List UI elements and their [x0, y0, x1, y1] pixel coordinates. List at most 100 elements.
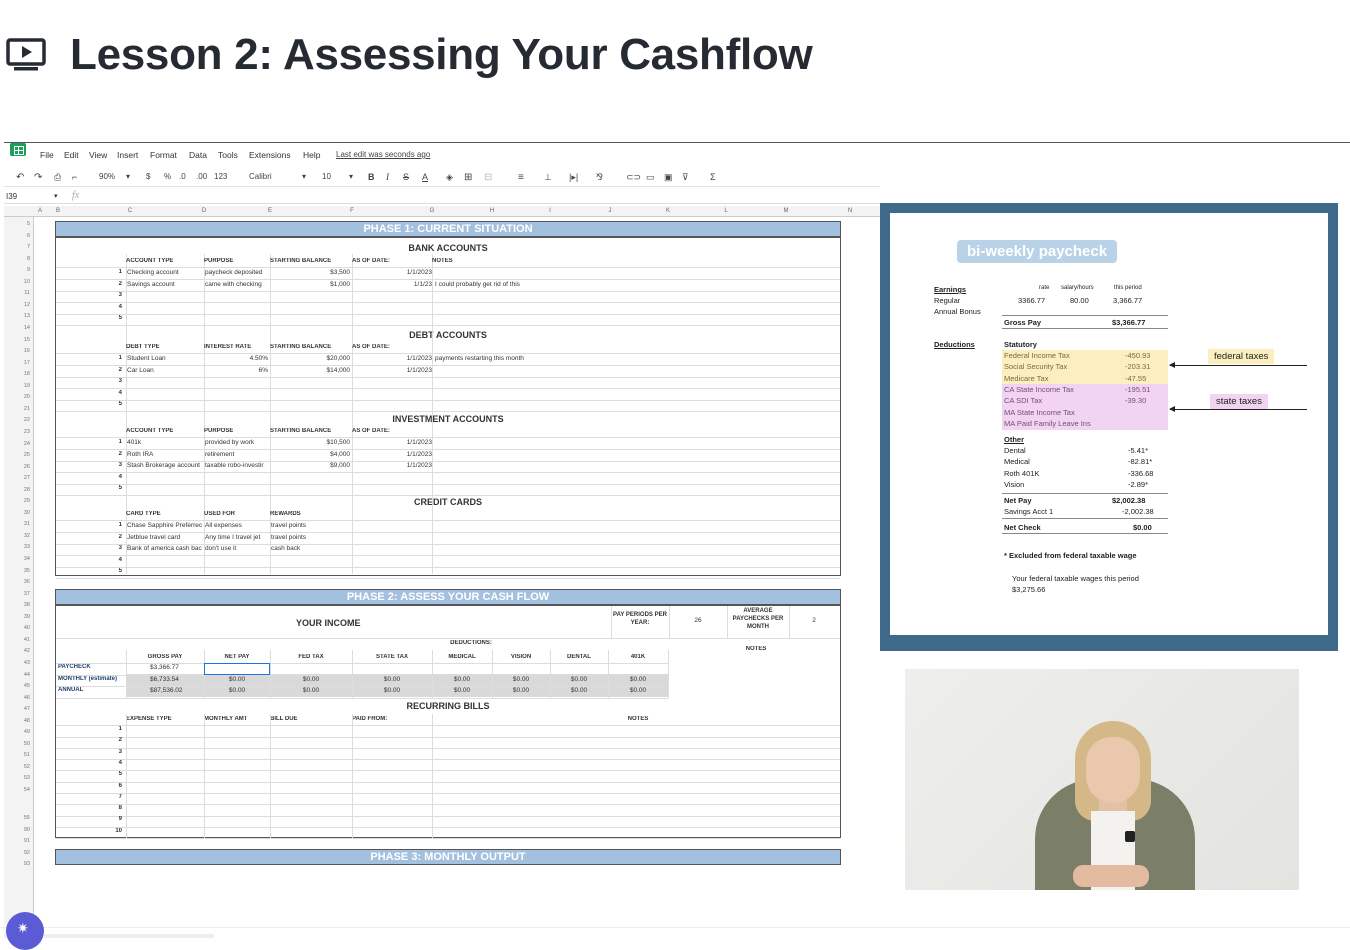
row-number[interactable]: 90: [4, 827, 30, 833]
row-number[interactable]: 42: [4, 648, 30, 654]
merge-cells-icon[interactable]: ⊟: [484, 172, 492, 183]
row-number[interactable]: 17: [4, 360, 30, 366]
undo-icon[interactable]: ↶: [16, 172, 24, 183]
column-header-i[interactable]: I: [540, 208, 560, 214]
table-cell[interactable]: Student Loan: [127, 355, 203, 362]
income-cell[interactable]: $0.00: [550, 676, 608, 683]
row-number[interactable]: 92: [4, 850, 30, 856]
menu-item-file[interactable]: File: [40, 150, 54, 160]
row-number[interactable]: 34: [4, 556, 30, 562]
income-cell[interactable]: $0.00: [432, 676, 492, 683]
wrap-icon[interactable]: |▸|: [569, 172, 578, 183]
print-icon[interactable]: ⎙: [54, 172, 61, 183]
table-cell[interactable]: paycheck deposited: [205, 269, 269, 276]
row-number[interactable]: 55: [4, 815, 30, 821]
menu-item-format[interactable]: Format: [150, 150, 177, 160]
name-box[interactable]: I39: [6, 192, 17, 201]
income-cell[interactable]: $0.00: [550, 687, 608, 694]
column-header-e[interactable]: E: [260, 208, 280, 214]
text-color-button[interactable]: A: [422, 172, 428, 182]
column-header-f[interactable]: F: [342, 208, 362, 214]
decrease-decimal-button[interactable]: .0: [179, 172, 186, 181]
income-cell[interactable]: $6,733.54: [150, 676, 204, 683]
avg-paychecks-value[interactable]: 2: [789, 617, 839, 624]
row-number[interactable]: 50: [4, 741, 30, 747]
column-header-l[interactable]: L: [716, 208, 736, 214]
bold-button[interactable]: B: [368, 172, 375, 182]
row-number[interactable]: 45: [4, 683, 30, 689]
table-cell[interactable]: All expenses: [205, 522, 269, 529]
row-number[interactable]: 19: [4, 383, 30, 389]
income-cell[interactable]: $87,536.02: [150, 687, 204, 694]
row-number[interactable]: 10: [4, 279, 30, 285]
column-header-d[interactable]: D: [194, 208, 214, 214]
table-cell[interactable]: Stash Brokerage account: [127, 462, 203, 469]
table-cell[interactable]: payments restarting this month: [435, 355, 595, 362]
presenter-video[interactable]: [905, 669, 1299, 890]
row-number[interactable]: 14: [4, 325, 30, 331]
selected-cell-outline[interactable]: [204, 663, 270, 675]
row-number[interactable]: 26: [4, 464, 30, 470]
column-header-a[interactable]: A: [30, 208, 50, 214]
pay-periods-value[interactable]: 26: [669, 617, 727, 624]
table-cell[interactable]: retirement: [205, 451, 269, 458]
borders-icon[interactable]: ⊞: [464, 172, 472, 183]
row-number[interactable]: 47: [4, 706, 30, 712]
table-cell[interactable]: Car Loan: [127, 367, 203, 374]
row-number[interactable]: 53: [4, 775, 30, 781]
increase-decimal-button[interactable]: .00: [196, 172, 207, 181]
font-size-select[interactable]: 10: [322, 172, 331, 181]
row-number[interactable]: 18: [4, 371, 30, 377]
rotate-icon[interactable]: ⅋: [596, 172, 603, 183]
row-number[interactable]: 25: [4, 452, 30, 458]
assistant-button[interactable]: ✷: [6, 912, 44, 950]
valign-icon[interactable]: ⊥: [544, 172, 552, 183]
row-number[interactable]: 9: [4, 267, 30, 273]
align-icon[interactable]: ≡: [518, 172, 524, 183]
menu-item-help[interactable]: Help: [303, 150, 320, 160]
table-cell[interactable]: travel points: [271, 534, 347, 541]
table-cell[interactable]: Jetblue travel card: [127, 534, 203, 541]
row-number[interactable]: 93: [4, 861, 30, 867]
income-cell[interactable]: $0.00: [608, 687, 668, 694]
italic-button[interactable]: I: [386, 172, 389, 182]
row-number[interactable]: 44: [4, 672, 30, 678]
table-cell[interactable]: $14,000: [270, 367, 351, 374]
link-icon[interactable]: ⊂⊃: [626, 172, 641, 183]
income-cell[interactable]: $0.00: [204, 687, 270, 694]
row-number[interactable]: 15: [4, 337, 30, 343]
table-cell[interactable]: $10,500: [270, 439, 351, 446]
column-header-n[interactable]: N: [840, 208, 860, 214]
table-cell[interactable]: Roth IRA: [127, 451, 203, 458]
table-cell[interactable]: Chase Sapphire Preferrec: [127, 522, 203, 529]
table-cell[interactable]: Checking account: [127, 269, 203, 276]
row-number[interactable]: 8: [4, 256, 30, 262]
chart-icon[interactable]: ▣: [664, 172, 673, 183]
row-number[interactable]: 29: [4, 498, 30, 504]
row-number[interactable]: 40: [4, 625, 30, 631]
strikethrough-button[interactable]: S: [403, 172, 409, 182]
column-header-h[interactable]: H: [482, 208, 502, 214]
table-cell[interactable]: Any time I travel jet: [205, 534, 269, 541]
column-header-k[interactable]: K: [658, 208, 678, 214]
row-number[interactable]: 54: [4, 787, 30, 793]
table-cell[interactable]: 1/1/2023: [352, 355, 432, 362]
column-header-m[interactable]: M: [776, 208, 796, 214]
row-number[interactable]: 52: [4, 764, 30, 770]
row-number[interactable]: 7: [4, 244, 30, 250]
column-header-c[interactable]: C: [120, 208, 140, 214]
table-cell[interactable]: $3,500: [270, 269, 350, 276]
menu-item-data[interactable]: Data: [189, 150, 207, 160]
income-cell[interactable]: $0.00: [270, 687, 352, 694]
column-header-b[interactable]: B: [48, 208, 68, 214]
row-number[interactable]: 31: [4, 521, 30, 527]
table-cell[interactable]: travel points: [271, 522, 347, 529]
table-cell[interactable]: came with checking: [205, 281, 269, 288]
row-number[interactable]: 20: [4, 394, 30, 400]
row-number[interactable]: 24: [4, 441, 30, 447]
menu-item-extensions[interactable]: Extensions: [249, 150, 291, 160]
table-cell[interactable]: $1,000: [270, 281, 350, 288]
row-number[interactable]: 37: [4, 591, 30, 597]
row-number[interactable]: 39: [4, 614, 30, 620]
percent-button[interactable]: %: [164, 172, 171, 181]
